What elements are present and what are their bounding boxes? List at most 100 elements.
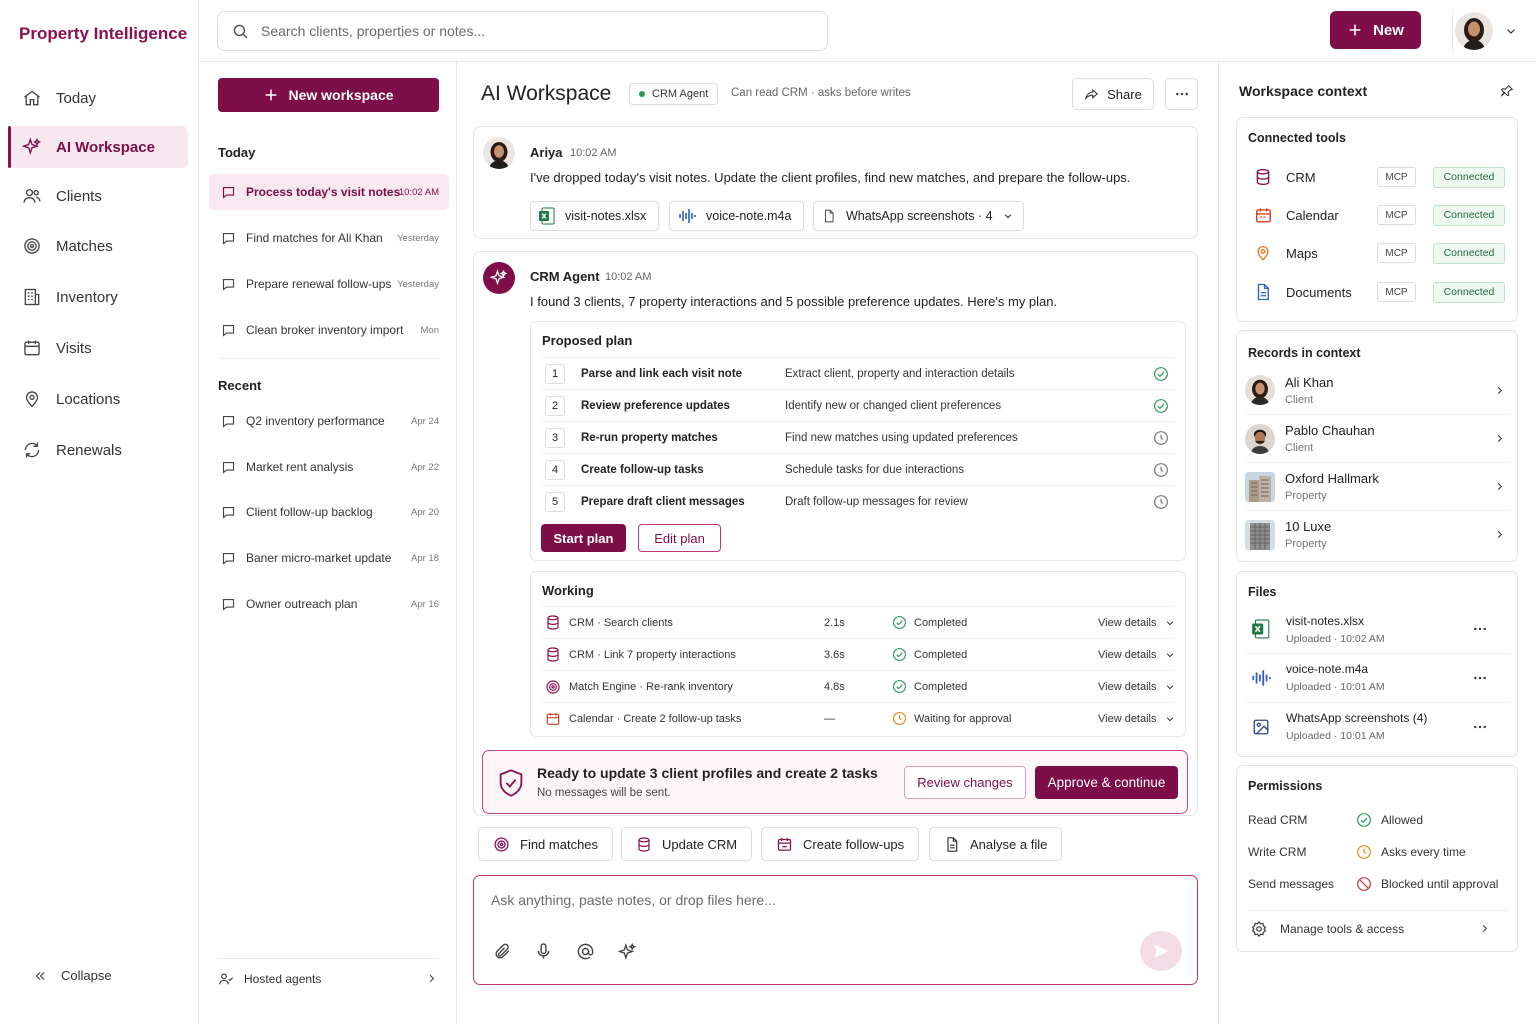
quick-action-create-follow-ups[interactable]: Create follow-ups: [761, 827, 920, 861]
record-row[interactable]: Ali Khan Client: [1245, 366, 1511, 414]
nav-label: Clients: [56, 187, 102, 205]
plan-step[interactable]: 1 Parse and link each visit note Extract…: [541, 357, 1175, 389]
view-details-label: View details: [1098, 616, 1157, 629]
conversation-item[interactable]: Q2 inventory performance Apr 24: [209, 403, 449, 439]
manage-tools-link[interactable]: Manage tools & access: [1248, 910, 1510, 946]
attachment-name: voice-note.m4a: [706, 209, 792, 223]
tool-row-crm[interactable]: CRM MCP Connected: [1237, 158, 1519, 196]
step-description: Draft follow-up messages for review: [785, 495, 968, 508]
nav-label: Locations: [56, 390, 121, 408]
check-circle-icon: [892, 615, 907, 630]
microphone-icon[interactable]: [532, 940, 554, 962]
pin-icon[interactable]: [1500, 84, 1514, 98]
nav-item-clients[interactable]: Clients: [10, 175, 188, 217]
view-details-link[interactable]: View details: [1098, 617, 1175, 629]
record-row[interactable]: Oxford Hallmark Property: [1245, 462, 1511, 510]
plan-step[interactable]: 3 Re-run property matches Find new match…: [541, 421, 1175, 453]
search-bar[interactable]: [217, 11, 828, 51]
send-button[interactable]: [1140, 931, 1182, 971]
collapse-button[interactable]: Collapse: [33, 968, 112, 983]
conversation-item[interactable]: Clean broker inventory import Mon: [209, 312, 449, 348]
quick-action-find-matches[interactable]: Find matches: [478, 827, 614, 861]
start-plan-button[interactable]: Start plan: [541, 524, 626, 552]
more-horizontal-icon[interactable]: [1469, 719, 1491, 735]
quick-action-label: Find matches: [520, 836, 599, 852]
share-button[interactable]: Share: [1072, 78, 1154, 110]
plus-icon: [263, 87, 279, 103]
edit-plan-button[interactable]: Edit plan: [638, 524, 721, 552]
conversation-item[interactable]: Find matches for Ali Khan Yesterday: [209, 220, 449, 256]
conversation-item[interactable]: Baner micro-market update Apr 18: [209, 540, 449, 576]
more-horizontal-icon[interactable]: [1469, 670, 1491, 686]
working-status-label: Completed: [914, 616, 968, 629]
attachment-chip[interactable]: WhatsApp screenshots · 4: [813, 201, 1024, 231]
mention-icon[interactable]: [574, 940, 596, 962]
plan-step[interactable]: 2 Review preference updates Identify new…: [541, 389, 1175, 421]
view-details-link[interactable]: View details: [1098, 649, 1175, 661]
working-status: Completed: [892, 679, 1098, 694]
tool-row-calendar[interactable]: Calendar MCP Connected: [1237, 196, 1519, 234]
conversation-item[interactable]: Market rent analysis Apr 22: [209, 449, 449, 485]
composer-input[interactable]: [491, 892, 1091, 908]
hosted-agents-link[interactable]: Hosted agents: [218, 958, 439, 998]
file-row[interactable]: voice-note.m4a Uploaded · 10:01 AM: [1245, 653, 1511, 701]
record-type: Client: [1285, 393, 1314, 406]
working-header: Working: [542, 583, 594, 598]
record-row[interactable]: 10 Luxe Property: [1245, 510, 1511, 558]
user-avatar[interactable]: [1455, 12, 1493, 50]
plan-step[interactable]: 5 Prepare draft client messages Draft fo…: [541, 485, 1175, 517]
more-options-button[interactable]: [1165, 78, 1198, 110]
new-workspace-button[interactable]: New workspace: [218, 78, 439, 112]
nav-item-matches[interactable]: Matches: [10, 225, 188, 267]
quick-action-analyse-file[interactable]: Analyse a file: [929, 827, 1063, 861]
tool-type-badge: MCP: [1377, 243, 1416, 263]
send-icon: [1152, 942, 1170, 960]
conversation-item[interactable]: Client follow-up backlog Apr 20: [209, 494, 449, 530]
approve-continue-button[interactable]: Approve & continue: [1035, 766, 1178, 799]
chat-bubble-icon: [220, 413, 236, 429]
conversation-item[interactable]: Prepare renewal follow-ups Yesterday: [209, 266, 449, 302]
file-row[interactable]: visit-notes.xlsx Uploaded · 10:02 AM: [1245, 605, 1511, 653]
nav-item-renewals[interactable]: Renewals: [10, 429, 188, 471]
plan-step[interactable]: 4 Create follow-up tasks Schedule tasks …: [541, 453, 1175, 485]
attachment-chip[interactable]: visit-notes.xlsx: [530, 201, 660, 231]
working-status-label: Waiting for approval: [914, 712, 1012, 725]
chevron-down-icon[interactable]: [1505, 25, 1517, 37]
connected-badge: Connected: [1433, 204, 1505, 226]
share-icon: [1084, 87, 1099, 102]
conversation-title: Process today's visit notes: [246, 185, 401, 199]
conversation-title: Owner outreach plan: [246, 597, 358, 611]
nav-item-visits[interactable]: Visits: [10, 327, 188, 369]
view-details-link[interactable]: View details: [1098, 713, 1175, 725]
paperclip-icon[interactable]: [491, 940, 513, 962]
nav-item-ai-workspace[interactable]: AI Workspace: [8, 126, 188, 168]
file-row[interactable]: WhatsApp screenshots (4) Uploaded · 10:01…: [1245, 702, 1511, 750]
tool-row-maps[interactable]: Maps MCP Connected: [1237, 234, 1519, 272]
record-row[interactable]: Pablo Chauhan Client: [1245, 414, 1511, 462]
proposed-plan: Proposed plan 1 Parse and link each visi…: [530, 321, 1186, 561]
quick-action-update-crm[interactable]: Update CRM: [621, 827, 753, 861]
review-changes-button[interactable]: Review changes: [904, 766, 1026, 799]
conversation-item[interactable]: Owner outreach plan Apr 16: [209, 586, 449, 622]
user-menu[interactable]: [1452, 11, 1520, 51]
nav-item-today[interactable]: Today: [10, 77, 188, 119]
image-file-icon: [822, 208, 836, 224]
nav-item-locations[interactable]: Locations: [10, 378, 188, 420]
nav-label: Inventory: [56, 288, 118, 306]
conversation-item[interactable]: Process today's visit notes 10:02 AM: [209, 174, 449, 210]
more-horizontal-icon[interactable]: [1469, 621, 1491, 637]
search-input[interactable]: [261, 23, 801, 39]
clock-icon: [1356, 844, 1372, 860]
avatar: [1245, 375, 1275, 405]
working-row: CRM · Search clients 2.1s Completed View…: [541, 606, 1175, 638]
new-button[interactable]: New: [1330, 11, 1421, 49]
conversation-time: Yesterday: [397, 232, 439, 244]
sparkle-icon[interactable]: [616, 940, 638, 962]
file-name: voice-note.m4a: [1286, 662, 1369, 676]
agent-avatar: [483, 262, 515, 294]
attachment-chip[interactable]: voice-note.m4a: [669, 201, 805, 231]
connected-badge: Connected: [1433, 281, 1505, 303]
view-details-link[interactable]: View details: [1098, 681, 1175, 693]
nav-item-inventory[interactable]: Inventory: [10, 276, 188, 318]
tool-row-documents[interactable]: Documents MCP Connected: [1237, 273, 1519, 311]
